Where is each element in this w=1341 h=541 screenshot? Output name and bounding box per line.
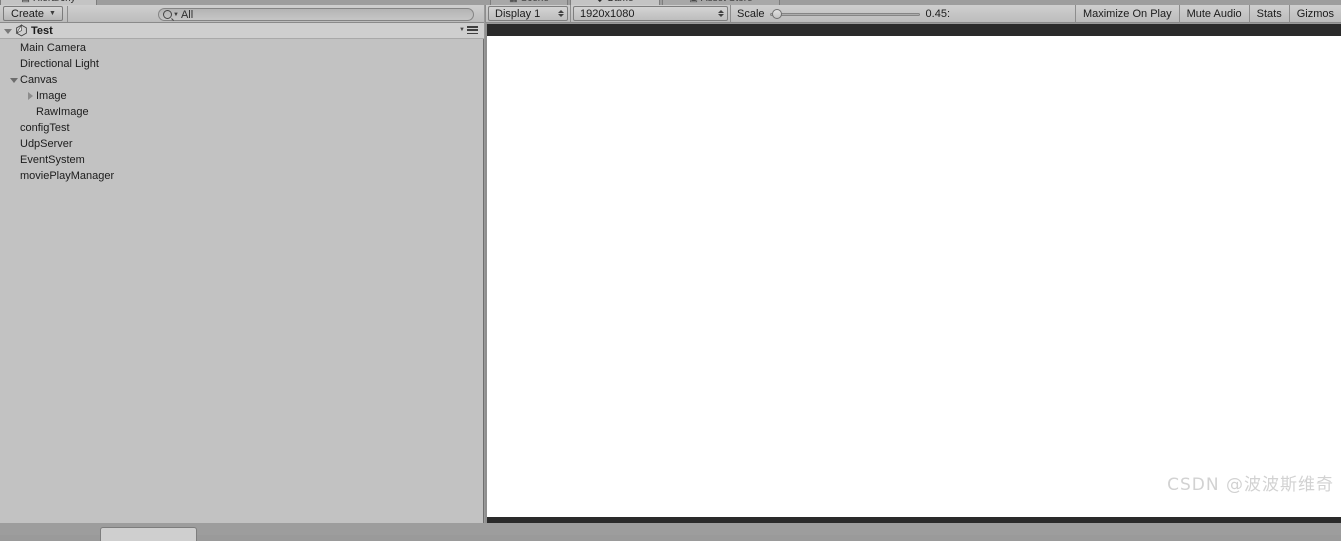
hierarchy-item-label: Directional Light <box>20 58 99 70</box>
slider-handle[interactable] <box>772 8 783 19</box>
hierarchy-toolbar: Create ▼ ▼ All <box>0 5 484 23</box>
game-letterbox-top <box>487 24 1341 36</box>
scene-root-row[interactable]: Test ▼ <box>0 23 484 39</box>
resolution-dropdown[interactable]: 1920x1080 <box>573 6 728 21</box>
slider-track <box>769 12 920 16</box>
hierarchy-item-rawimage[interactable]: RawImage <box>0 104 484 120</box>
create-button[interactable]: Create ▼ <box>3 6 63 21</box>
scale-control: Scale 0.45: <box>731 5 950 23</box>
tab-game-label: Game <box>606 0 633 4</box>
gizmos-button[interactable]: Gizmos <box>1288 4 1341 23</box>
chevron-down-icon: ▼ <box>173 11 179 18</box>
scene-icon: ▦ <box>509 0 518 4</box>
hierarchy-item-configtest[interactable]: configTest <box>0 120 484 136</box>
scene-name-label: Test <box>31 24 53 37</box>
hierarchy-item-label: Canvas <box>20 74 58 86</box>
tab-hierarchy-label: Hierarchy <box>33 0 76 4</box>
hamburger-icon <box>467 26 478 34</box>
hierarchy-item-label: RawImage <box>36 106 89 118</box>
hierarchy-item-directional-light[interactable]: Directional Light <box>0 56 484 72</box>
search-input-value: All <box>180 8 194 21</box>
game-icon: ◆ <box>596 0 603 4</box>
hierarchy-item-movieplaymanager[interactable]: moviePlayManager <box>0 168 484 184</box>
hierarchy-item-label: EventSystem <box>20 154 85 166</box>
search-icon <box>163 10 172 19</box>
display-dropdown-value: Display 1 <box>495 7 541 20</box>
game-render-area[interactable]: CSDN @波波斯维奇 <box>487 36 1341 517</box>
scale-label: Scale <box>737 7 765 20</box>
watermark-text: CSDN @波波斯维奇 <box>1167 475 1334 495</box>
game-view-toolbar: Display 1 1920x1080 Scale 0.45: Maximize… <box>485 4 1341 23</box>
hierarchy-item-label: Image <box>36 90 67 102</box>
toolbar-divider <box>570 4 571 23</box>
hierarchy-item-label: Main Camera <box>20 42 87 54</box>
maximize-on-play-button[interactable]: Maximize On Play <box>1074 4 1179 23</box>
toolbar-divider <box>485 4 486 23</box>
hierarchy-item-label: moviePlayManager <box>20 170 115 182</box>
hierarchy-item-label: UdpServer <box>20 138 73 150</box>
chevron-down-icon[interactable] <box>8 77 20 83</box>
tab-asset-store-label: Asset Store <box>701 0 753 4</box>
chevron-down-icon: ▼ <box>49 10 56 17</box>
mute-audio-button[interactable]: Mute Audio <box>1178 4 1249 23</box>
bottom-chrome <box>0 523 1341 535</box>
hierarchy-item-udpserver[interactable]: UdpServer <box>0 136 484 152</box>
hierarchy-item-main-camera[interactable]: Main Camera <box>0 40 484 56</box>
hierarchy-search[interactable]: ▼ All <box>158 8 474 21</box>
store-icon: ▣ <box>689 0 698 4</box>
unity-logo-icon <box>15 24 27 37</box>
stats-button[interactable]: Stats <box>1248 4 1289 23</box>
display-dropdown[interactable]: Display 1 <box>488 6 568 21</box>
chevron-down-icon: ▼ <box>459 27 465 33</box>
hierarchy-item-canvas[interactable]: Canvas <box>0 72 484 88</box>
resolution-dropdown-value: 1920x1080 <box>580 7 635 20</box>
scale-slider[interactable] <box>769 7 920 21</box>
hierarchy-item-eventsystem[interactable]: EventSystem <box>0 152 484 168</box>
search-input[interactable]: ▼ All <box>158 8 474 21</box>
hierarchy-item-label: configTest <box>20 122 70 134</box>
hierarchy-tree: Main Camera Directional Light Canvas Image R… <box>0 40 484 184</box>
hierarchy-icon: ▤ <box>21 0 30 4</box>
hierarchy-item-image[interactable]: Image <box>0 88 484 104</box>
stepper-icon <box>718 10 724 17</box>
toolbar-divider <box>66 5 68 22</box>
game-view-panel: Display 1 1920x1080 Scale 0.45: Maximize… <box>485 4 1341 529</box>
tab-scene-label: Scene <box>521 0 549 4</box>
hierarchy-options-icon[interactable]: ▼ <box>459 26 478 34</box>
create-button-label: Create <box>11 7 45 20</box>
chevron-down-icon[interactable] <box>4 29 12 34</box>
bottom-partial-tab[interactable] <box>100 527 197 541</box>
stepper-icon <box>558 10 564 17</box>
scale-value: 0.45: <box>925 7 950 20</box>
hierarchy-panel: Create ▼ ▼ All Test ▼ Main Camera Directi… <box>0 5 484 528</box>
chevron-right-icon[interactable] <box>24 92 36 100</box>
